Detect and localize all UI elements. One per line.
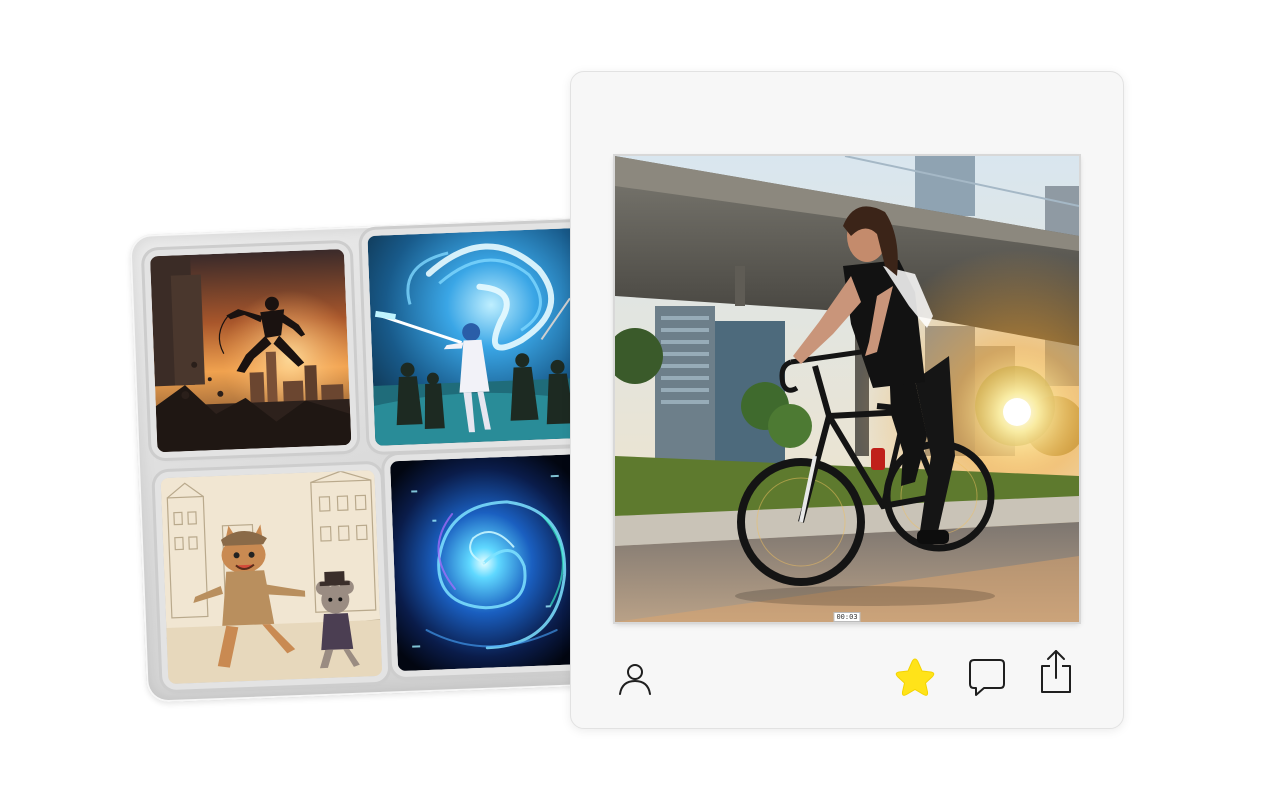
share-button[interactable]	[1034, 650, 1078, 694]
anime-dragon-battle-image	[367, 227, 596, 446]
gallery-panel	[129, 217, 617, 703]
user-icon	[619, 664, 651, 695]
comment-button[interactable]	[965, 655, 1009, 699]
gallery-tile-anime-dragon[interactable]	[367, 227, 596, 446]
gallery-tile-cartoon-chase[interactable]	[160, 469, 383, 685]
favorite-button[interactable]	[893, 655, 937, 699]
cartoon-cat-mouse-image	[160, 469, 383, 685]
gallery-tile-cosmic-vortex[interactable]	[390, 453, 598, 672]
star-icon	[895, 658, 935, 696]
gallery-tile-action-hero[interactable]	[150, 248, 352, 453]
video-timestamp: 00:03	[833, 612, 861, 622]
comment-icon	[969, 659, 1005, 696]
screen: 00:03	[0, 0, 1280, 800]
cyclist-video-thumbnail	[615, 156, 1079, 622]
profile-button[interactable]	[613, 656, 657, 700]
video-preview[interactable]: 00:03	[615, 156, 1079, 622]
share-icon	[1041, 650, 1071, 693]
cosmic-vortex-image	[390, 453, 598, 672]
post-actions-bar	[571, 648, 1123, 698]
action-hero-rooftop-image	[150, 248, 352, 453]
post-card: 00:03	[570, 71, 1124, 729]
